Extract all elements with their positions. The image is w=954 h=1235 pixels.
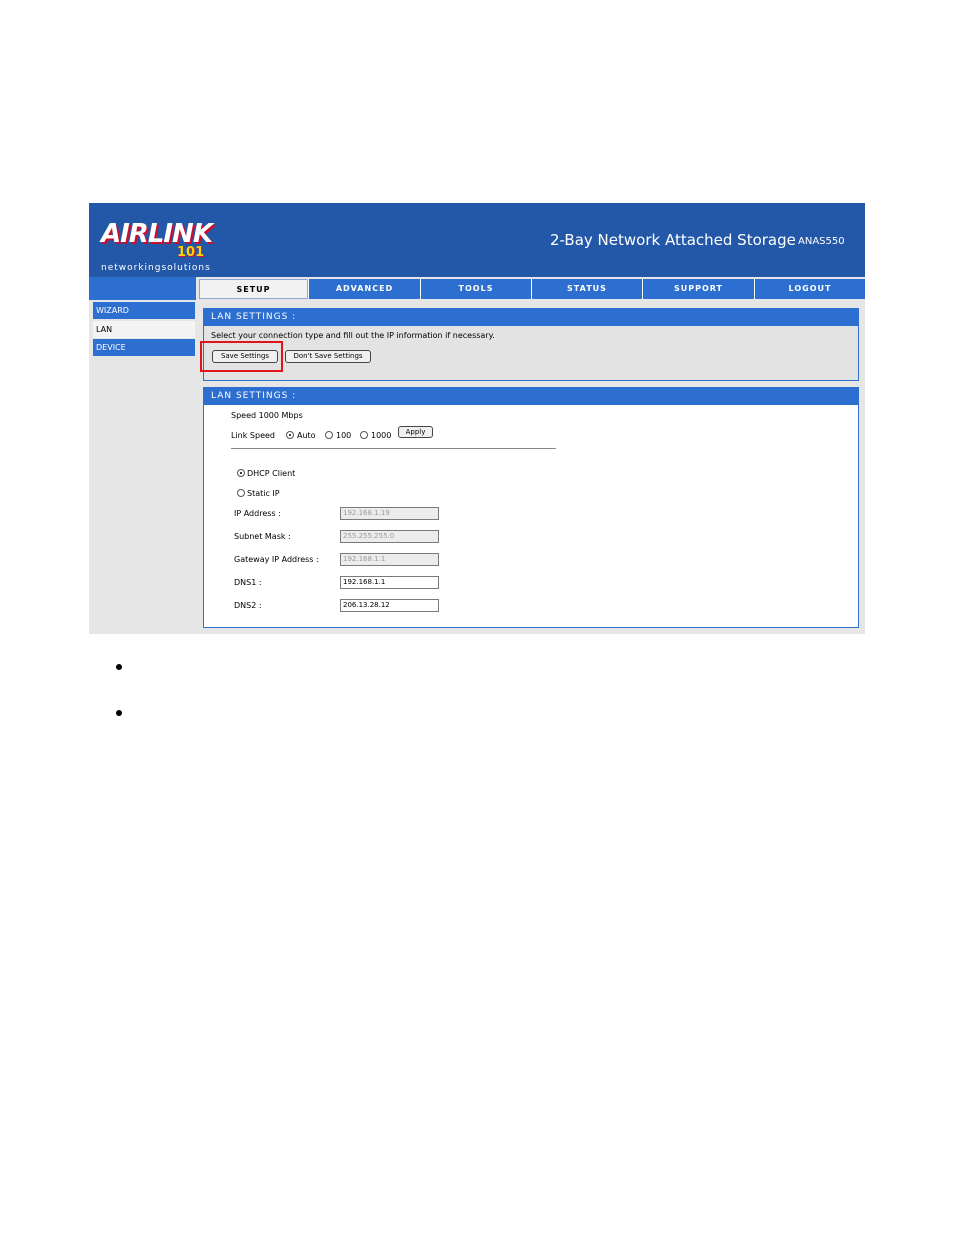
link-speed-label: Link Speed <box>231 431 276 440</box>
dhcp-client-radio[interactable] <box>237 469 245 477</box>
nav-spacer <box>89 277 196 300</box>
subnet-mask-label: Subnet Mask : <box>234 532 291 541</box>
save-settings-highlight-box <box>200 341 283 372</box>
nas-admin-screenshot: AIRLINK 101 networkingsolutions 2-Bay Ne… <box>89 203 865 634</box>
panel-title: LAN SETTINGS : <box>204 388 858 405</box>
static-ip-label: Static IP <box>247 489 280 498</box>
link-speed-auto-label: Auto <box>297 431 316 440</box>
lan-settings-panel: LAN SETTINGS : Speed 1000 Mbps Link Spee… <box>203 387 859 628</box>
product-model: ANAS550 <box>798 236 845 247</box>
dhcp-client-label: DHCP Client <box>247 469 296 478</box>
logo-tagline: networkingsolutions <box>101 263 211 273</box>
speed-readout: Speed 1000 Mbps <box>231 411 303 420</box>
dns1-label: DNS1 : <box>234 578 262 587</box>
static-ip-radio[interactable] <box>237 489 245 497</box>
ip-address-label: IP Address : <box>234 509 281 518</box>
sidebar-item-wizard[interactable]: WIZARD <box>93 302 195 319</box>
panel-description: Select your connection type and fill out… <box>211 331 495 340</box>
gateway-ip-field[interactable]: 192.168.1.1 <box>340 553 439 566</box>
dns2-field[interactable]: 206.13.28.12 <box>340 599 439 612</box>
bullet-point <box>116 664 122 670</box>
top-nav: SETUP ADVANCED TOOLS STATUS SUPPORT LOGO… <box>89 277 865 300</box>
dns2-label: DNS2 : <box>234 601 262 610</box>
link-speed-auto-radio[interactable] <box>286 431 294 439</box>
lan-settings-actions-panel: LAN SETTINGS : Select your connection ty… <box>203 308 859 381</box>
tab-status[interactable]: STATUS <box>531 279 642 299</box>
sidebar: WIZARD LAN DEVICE <box>89 300 196 634</box>
sidebar-item-device[interactable]: DEVICE <box>93 339 195 356</box>
tab-setup[interactable]: SETUP <box>199 279 308 299</box>
header-banner: AIRLINK 101 networkingsolutions 2-Bay Ne… <box>89 203 865 277</box>
panel-title: LAN SETTINGS : <box>204 309 858 326</box>
sidebar-item-lan[interactable]: LAN <box>93 321 195 338</box>
link-speed-1000-label: 1000 <box>371 431 392 440</box>
main-content: LAN SETTINGS : Select your connection ty… <box>201 300 865 634</box>
section-divider <box>231 448 556 449</box>
tab-tools[interactable]: TOOLS <box>420 279 531 299</box>
logo-number: 101 <box>177 245 205 260</box>
product-title: 2-Bay Network Attached Storage <box>550 231 796 249</box>
ip-address-field[interactable]: 192.168.1.19 <box>340 507 439 520</box>
tab-logout[interactable]: LOGOUT <box>754 279 865 299</box>
tab-advanced[interactable]: ADVANCED <box>308 279 420 299</box>
dns1-field[interactable]: 192.168.1.1 <box>340 576 439 589</box>
subnet-mask-field[interactable]: 255.255.255.0 <box>340 530 439 543</box>
link-speed-1000-radio[interactable] <box>360 431 368 439</box>
bullet-point <box>116 710 122 716</box>
dont-save-settings-button[interactable]: Don't Save Settings <box>285 350 371 363</box>
gateway-ip-label: Gateway IP Address : <box>234 555 319 564</box>
tab-support[interactable]: SUPPORT <box>642 279 754 299</box>
apply-button[interactable]: Apply <box>398 426 433 438</box>
link-speed-100-label: 100 <box>336 431 352 440</box>
airlink-logo: AIRLINK 101 networkingsolutions <box>97 209 297 275</box>
link-speed-100-radio[interactable] <box>325 431 333 439</box>
